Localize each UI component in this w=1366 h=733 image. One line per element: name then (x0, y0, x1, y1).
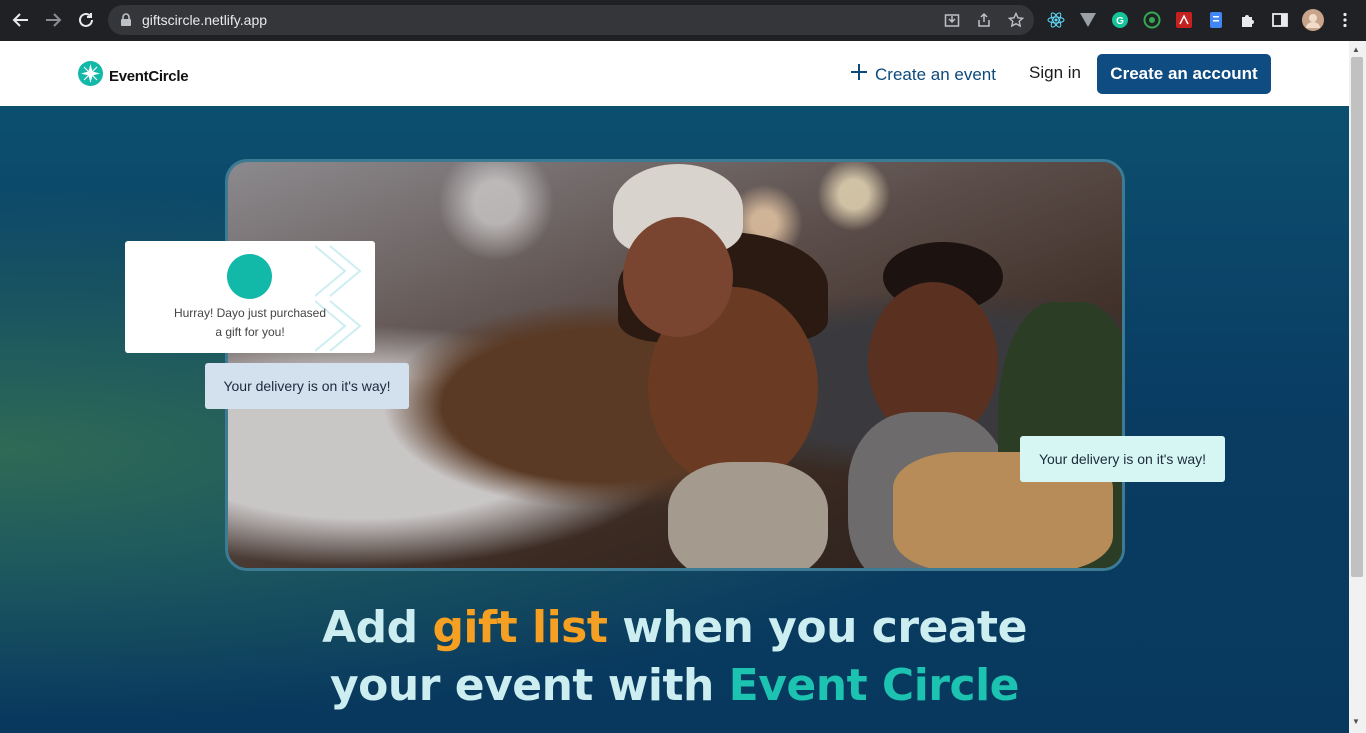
highlight-gift-list: gift list (432, 602, 608, 653)
pdf-icon[interactable] (1175, 11, 1193, 29)
sign-in-link[interactable]: Sign in (1029, 63, 1081, 83)
create-event-link[interactable]: Create an event (850, 63, 996, 86)
gift-notification-card: Hurray! Dayo just purchased a gift for y… (125, 241, 375, 353)
page-scrollbar[interactable]: ▲ ▼ (1349, 41, 1366, 733)
extension-icon[interactable] (1143, 11, 1161, 29)
forward-icon[interactable] (43, 10, 63, 30)
vue-devtools-icon[interactable] (1079, 11, 1097, 29)
sidepanel-icon[interactable] (1271, 11, 1289, 29)
react-devtools-icon[interactable] (1047, 11, 1065, 29)
hero-section: Hurray! Dayo just purchased a gift for y… (0, 106, 1349, 733)
scrollbar-thumb[interactable] (1351, 57, 1363, 577)
back-icon[interactable] (11, 10, 31, 30)
delivery-bubble-left: Your delivery is on it's way! (205, 363, 409, 409)
create-event-label: Create an event (875, 64, 996, 84)
bookmark-star-icon[interactable] (1007, 11, 1025, 28)
svg-text:G: G (1116, 16, 1124, 27)
create-account-button[interactable]: Create an account (1097, 54, 1271, 94)
logo-text: EventCircle (109, 67, 189, 85)
reload-icon[interactable] (76, 10, 96, 30)
install-icon[interactable] (944, 12, 960, 28)
share-icon[interactable] (976, 12, 992, 28)
puzzle-icon[interactable] (1239, 11, 1257, 29)
plus-icon (850, 63, 868, 86)
menu-icon[interactable] (1336, 11, 1354, 29)
url-text[interactable]: giftscircle.netlify.app (142, 12, 267, 28)
delivery-bubble-right: Your delivery is on it's way! (1020, 436, 1225, 482)
scroll-up-icon[interactable]: ▲ (1352, 45, 1360, 54)
highlight-event-circle: Event Circle (728, 660, 1020, 711)
hero-headline: Add gift list when you create your event… (322, 602, 1027, 711)
site-header: EventCircle Create an event Sign in Crea… (0, 41, 1349, 106)
docs-icon[interactable] (1207, 11, 1225, 29)
address-bar[interactable]: giftscircle.netlify.app (108, 5, 1034, 35)
logo-icon (78, 61, 103, 91)
browser-toolbar: giftscircle.netlify.app G (0, 0, 1366, 41)
avatar (227, 254, 272, 299)
logo[interactable]: EventCircle (78, 61, 189, 91)
grammarly-icon[interactable]: G (1111, 11, 1129, 29)
scroll-down-icon[interactable]: ▼ (1352, 717, 1360, 726)
profile-avatar-icon[interactable] (1302, 9, 1324, 31)
lock-icon[interactable] (120, 13, 132, 32)
notification-message: Hurray! Dayo just purchased a gift for y… (173, 306, 327, 339)
